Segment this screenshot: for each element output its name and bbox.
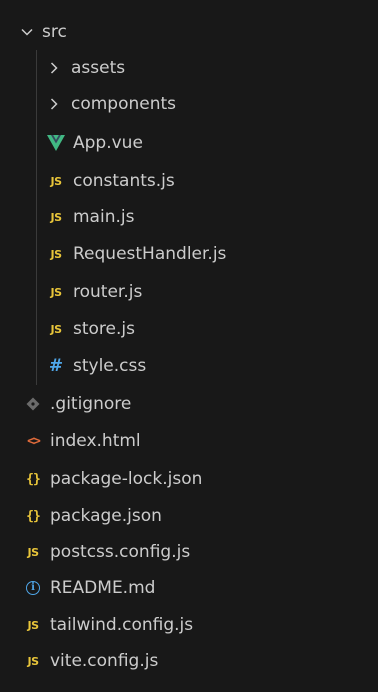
file-label: vite.config.js	[50, 651, 159, 671]
file-label: postcss.config.js	[50, 542, 191, 562]
file-readme-md[interactable]: i README.md	[0, 570, 378, 606]
file-constants-js[interactable]: JS constants.js	[0, 163, 378, 199]
js-icon: JS	[50, 210, 62, 224]
file-package-lock-json[interactable]: {} package-lock.json	[0, 461, 378, 497]
file-label: main.js	[73, 207, 135, 227]
file-main-js[interactable]: JS main.js	[0, 199, 378, 235]
vue-icon	[47, 133, 65, 153]
file-label: router.js	[73, 282, 143, 302]
folder-components[interactable]: components	[0, 86, 378, 122]
folder-assets[interactable]: assets	[0, 50, 378, 86]
file-router-js[interactable]: JS router.js	[0, 274, 378, 310]
css-hash-icon: #	[48, 356, 64, 376]
folder-src[interactable]: src	[0, 14, 378, 50]
file-label: package.json	[50, 506, 162, 526]
js-icon: JS	[50, 285, 62, 299]
file-index-html[interactable]: <> index.html	[0, 423, 378, 459]
file-package-json[interactable]: {} package.json	[0, 498, 378, 534]
file-label: tailwind.config.js	[50, 615, 194, 635]
js-icon: JS	[27, 545, 39, 559]
info-icon-wrapper: i	[24, 578, 42, 598]
file-style-css[interactable]: # style.css	[0, 348, 378, 384]
file-label: style.css	[73, 356, 147, 376]
file-gitignore[interactable]: .gitignore	[0, 386, 378, 422]
file-vite-config-js[interactable]: JS vite.config.js	[0, 643, 378, 679]
json-icon: {}	[26, 471, 41, 487]
folder-label: src	[42, 22, 67, 42]
file-postcss-config-js[interactable]: JS postcss.config.js	[0, 534, 378, 570]
info-icon: i	[26, 581, 40, 595]
file-label: .gitignore	[50, 394, 132, 414]
file-label: store.js	[73, 319, 135, 339]
file-label: RequestHandler.js	[73, 244, 227, 264]
chevron-right-icon	[45, 94, 63, 114]
file-tailwind-config-js[interactable]: JS tailwind.config.js	[0, 607, 378, 643]
file-request-handler-js[interactable]: JS RequestHandler.js	[0, 236, 378, 272]
json-icon: {}	[26, 508, 41, 524]
js-icon: JS	[50, 174, 62, 188]
file-store-js[interactable]: JS store.js	[0, 311, 378, 347]
js-icon: JS	[50, 247, 62, 261]
js-icon: JS	[27, 654, 39, 668]
file-label: package-lock.json	[50, 469, 203, 489]
file-label: README.md	[50, 578, 156, 598]
folder-label: assets	[71, 58, 126, 78]
file-label: index.html	[50, 431, 141, 451]
js-icon: JS	[27, 618, 39, 632]
js-icon: JS	[50, 322, 62, 336]
html-icon: <>	[27, 433, 41, 449]
folder-label: components	[71, 94, 177, 114]
file-explorer: src assets components App.vue JS constan…	[0, 0, 378, 692]
file-app-vue[interactable]: App.vue	[0, 125, 378, 161]
chevron-down-icon	[18, 22, 36, 42]
file-label: App.vue	[73, 133, 143, 153]
file-label: constants.js	[73, 171, 175, 191]
git-diamond-icon	[24, 394, 42, 414]
chevron-right-icon	[45, 58, 63, 78]
